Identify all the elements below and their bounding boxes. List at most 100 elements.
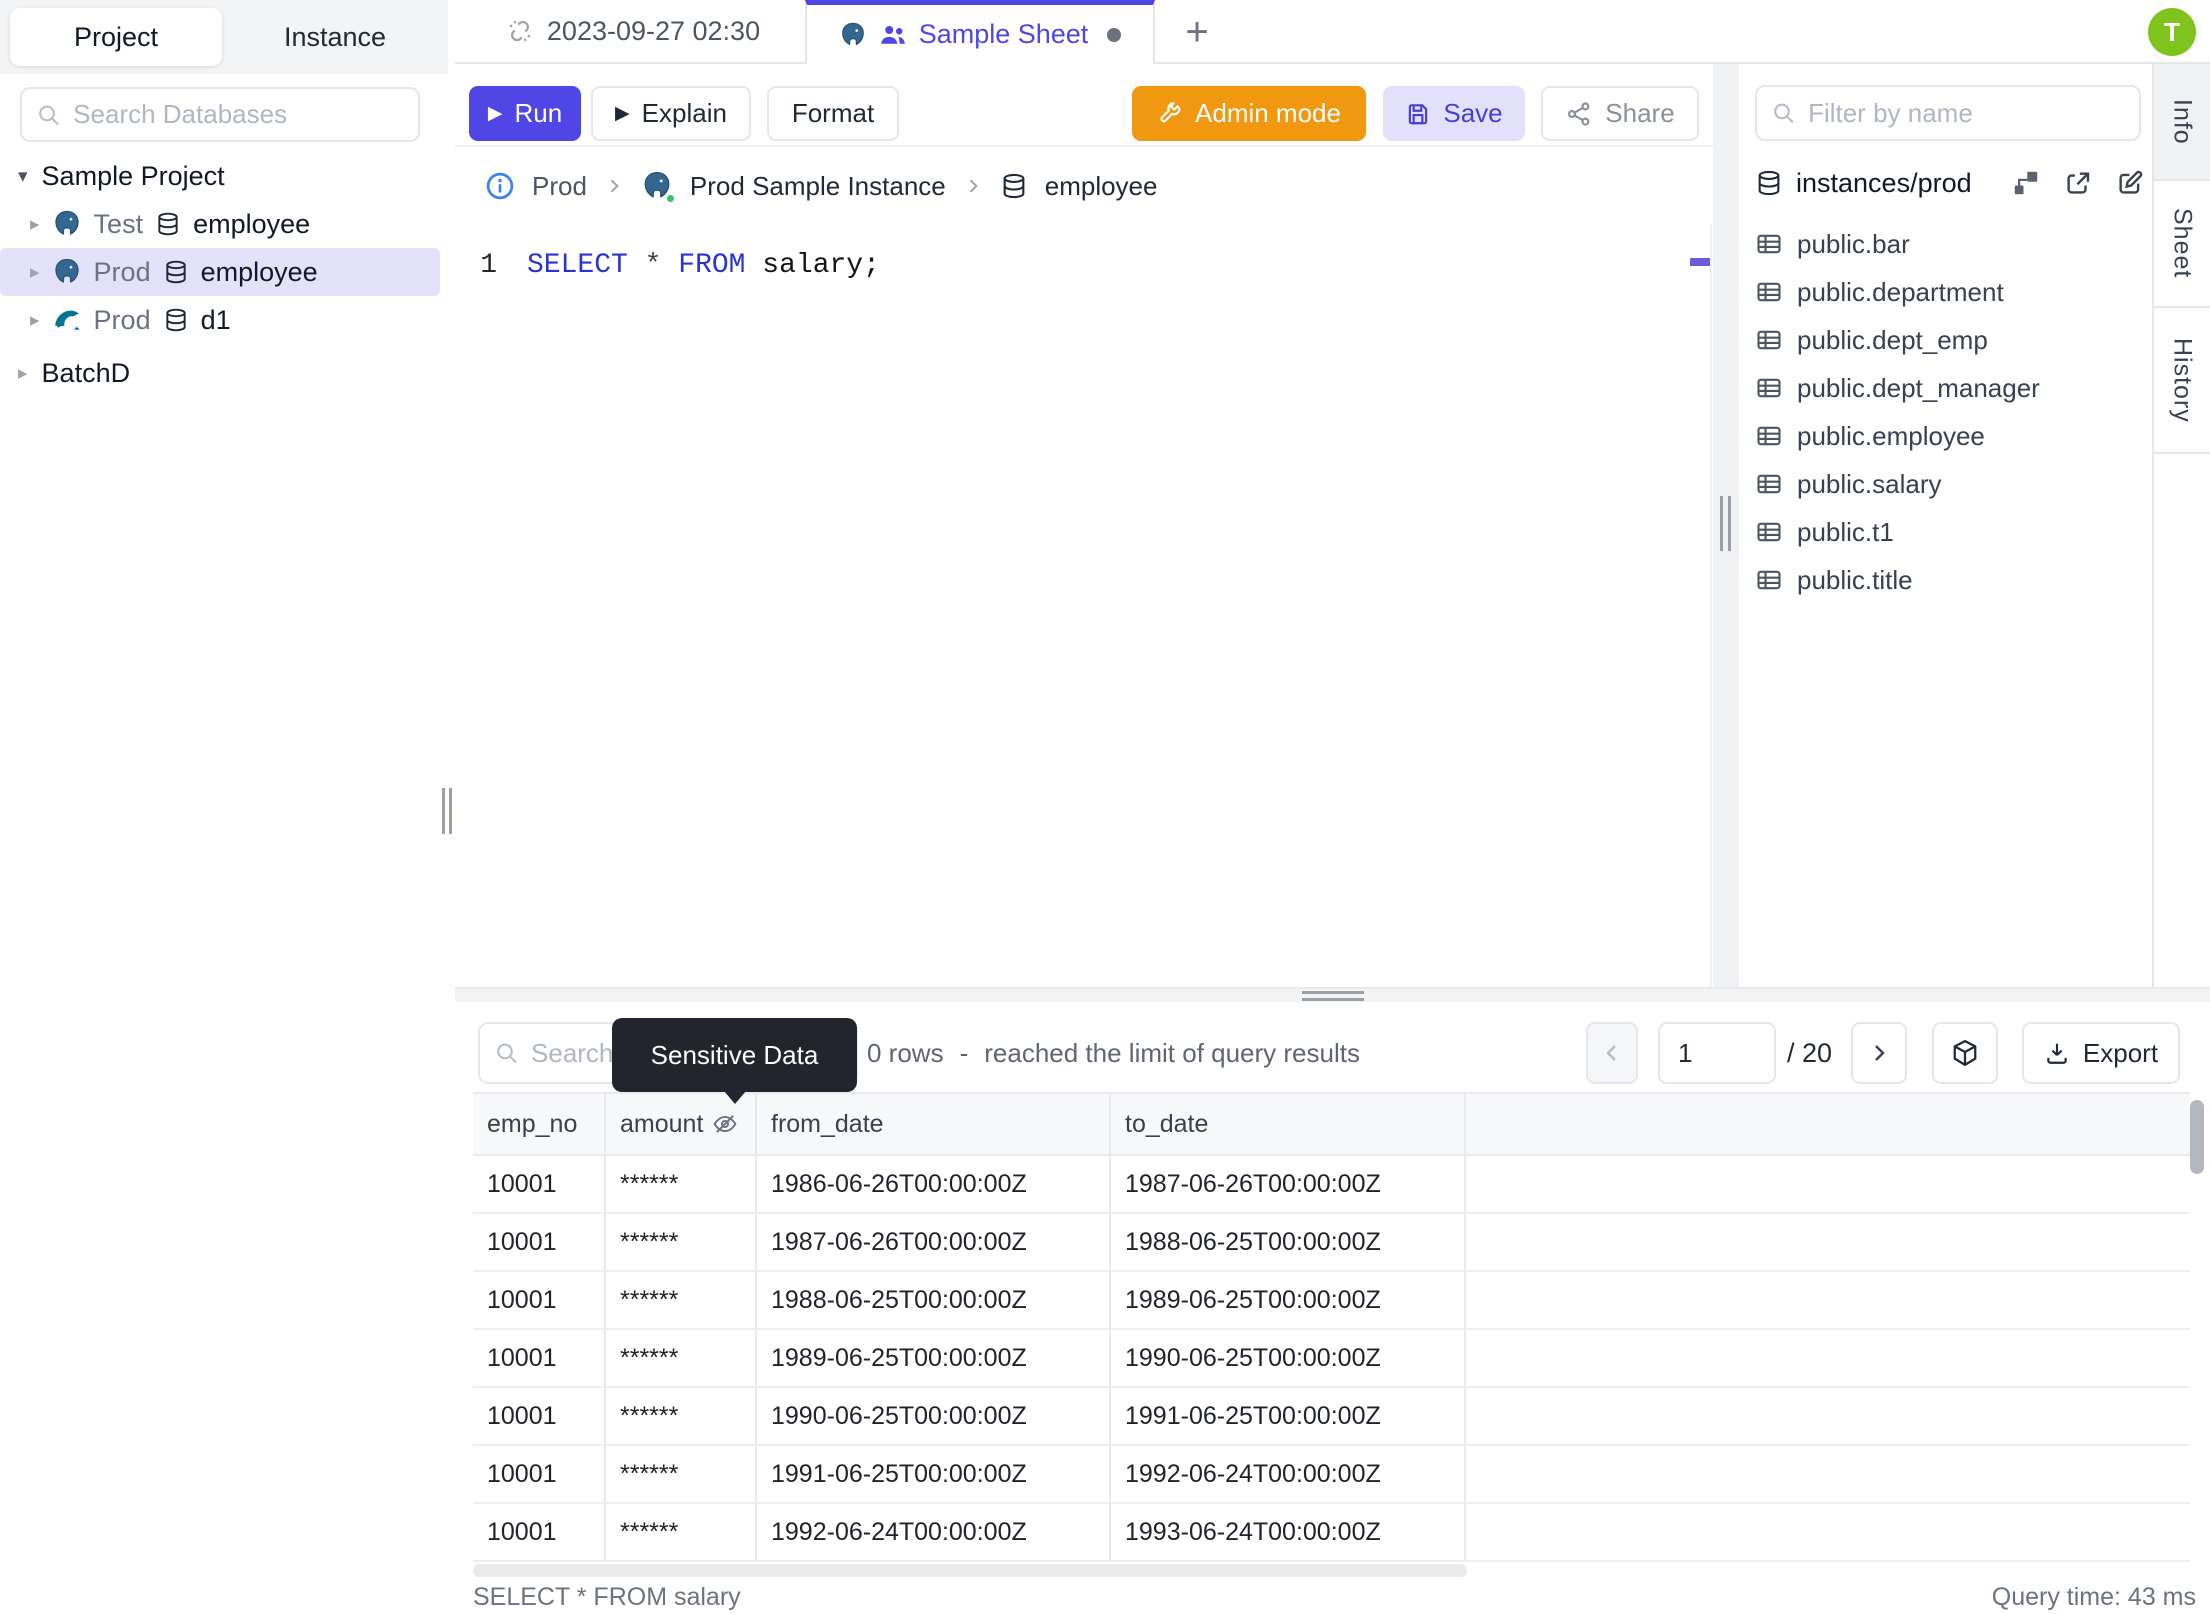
- filter-input[interactable]: [1808, 97, 2125, 129]
- breadcrumb-environment[interactable]: Prod: [532, 171, 587, 202]
- table-cell-filler: [1466, 1446, 2190, 1502]
- line-number: 1: [480, 249, 497, 281]
- sql-editor-line[interactable]: 1 SELECT * FROM salary;: [455, 242, 880, 288]
- table-row[interactable]: 10001 ****** 1988-06-25T00:00:00Z 1989-06-2…: [473, 1272, 2190, 1330]
- postgres-icon: [54, 210, 79, 235]
- avatar[interactable]: T: [2148, 8, 2196, 56]
- query-time: Query time: 43 ms: [1991, 1582, 2196, 1611]
- shared-users-icon: [880, 25, 905, 44]
- table-row[interactable]: 10001 ****** 1992-06-24T00:00:00Z 1993-06-2…: [473, 1504, 2190, 1562]
- schema-table-item[interactable]: public.t1: [1755, 508, 2145, 556]
- schema-table-item[interactable]: public.employee: [1755, 412, 2145, 460]
- database-icon: [165, 308, 186, 332]
- tree-item-batchd[interactable]: ▸ BatchD: [0, 348, 448, 398]
- side-tab-sheet[interactable]: Sheet: [2154, 181, 2210, 308]
- add-sheet-button[interactable]: +: [1171, 6, 1223, 58]
- caret-right-icon[interactable]: ▸: [30, 213, 40, 236]
- eye-off-icon[interactable]: [712, 1111, 738, 1137]
- chevron-right-icon: [969, 179, 978, 193]
- info-icon[interactable]: [485, 171, 515, 201]
- caret-right-icon[interactable]: ▸: [30, 309, 40, 332]
- sidebar-resize-handle[interactable]: [442, 788, 454, 834]
- table-cell: 1990-06-25T00:00:00Z: [757, 1388, 1111, 1444]
- panel-resize-handle[interactable]: [1720, 496, 1731, 551]
- schema-diagram-icon[interactable]: [2011, 168, 2041, 198]
- table-name: public.department: [1797, 276, 2004, 307]
- table-cell: 1987-06-26T00:00:00Z: [1111, 1156, 1466, 1212]
- schema-table-item[interactable]: public.title: [1755, 556, 2145, 604]
- caret-right-icon[interactable]: ▸: [30, 261, 40, 284]
- table-icon: [1757, 378, 1781, 398]
- schema-table-item[interactable]: public.department: [1755, 268, 2145, 316]
- run-button[interactable]: ▶ Run: [469, 86, 581, 141]
- share-button[interactable]: Share: [1541, 86, 1699, 141]
- table-cell-filler: [1466, 1504, 2190, 1560]
- side-tab-info[interactable]: Info: [2154, 64, 2210, 181]
- connection-source-label: instances/prod: [1796, 167, 1972, 198]
- table-cell: 10001: [473, 1446, 606, 1502]
- table-cell: 10001: [473, 1388, 606, 1444]
- vertical-scrollbar[interactable]: [2190, 1100, 2204, 1174]
- horizontal-scrollbar[interactable]: [473, 1564, 1467, 1577]
- table-row[interactable]: 10001 ****** 1991-06-25T00:00:00Z 1992-06-2…: [473, 1446, 2190, 1504]
- play-icon: ▶: [615, 103, 630, 124]
- page-number-input[interactable]: [1658, 1022, 1776, 1084]
- external-link-icon[interactable]: [2063, 168, 2093, 198]
- save-button[interactable]: Save: [1383, 86, 1525, 141]
- column-header-emp_no[interactable]: emp_no: [473, 1094, 606, 1154]
- table-cell: ******: [606, 1446, 757, 1502]
- results-resize-divider: [455, 987, 2210, 1002]
- sensitive-data-tooltip: Sensitive Data: [612, 1018, 857, 1104]
- side-tab-history[interactable]: History: [2154, 308, 2210, 454]
- table-row[interactable]: 10001 ****** 1990-06-25T00:00:00Z 1991-06-2…: [473, 1388, 2190, 1446]
- tree-item-database[interactable]: ▸ Prod employee: [0, 248, 440, 296]
- tree-item-database[interactable]: ▸ Test employee: [0, 200, 440, 248]
- breadcrumb: Prod Prod Sample Instance employee: [455, 147, 1713, 225]
- overview-ruler-mark: [1690, 258, 1710, 266]
- table-cell: 10001: [473, 1214, 606, 1270]
- filter-box[interactable]: [1755, 85, 2141, 141]
- tree-item-project[interactable]: ▾ Sample Project: [0, 152, 448, 200]
- visualize-button[interactable]: [1932, 1022, 1998, 1084]
- column-header-to_date[interactable]: to_date: [1111, 1094, 1466, 1154]
- schema-table-item[interactable]: public.dept_manager: [1755, 364, 2145, 412]
- search-icon: [497, 1043, 517, 1064]
- table-cell: ******: [606, 1156, 757, 1212]
- table-cell: ******: [606, 1388, 757, 1444]
- caret-right-icon[interactable]: ▸: [18, 362, 28, 385]
- database-search-box[interactable]: [20, 87, 420, 142]
- tab-instance[interactable]: Instance: [232, 8, 438, 66]
- save-icon: [1409, 103, 1428, 124]
- tree-item-database[interactable]: ▸ Prod d1: [0, 296, 440, 344]
- breadcrumb-instance[interactable]: Prod Sample Instance: [690, 171, 946, 202]
- schema-table-item[interactable]: public.salary: [1755, 460, 2145, 508]
- connection-source-row: instances/prod: [1755, 159, 2145, 207]
- admin-mode-button[interactable]: Admin mode: [1132, 86, 1366, 141]
- search-input[interactable]: [73, 99, 404, 130]
- explain-button[interactable]: ▶ Explain: [591, 86, 751, 141]
- table-cell: 10001: [473, 1330, 606, 1386]
- sql-editor-app: Project Instance ▾ Sample Project ▸ Test e…: [0, 0, 2210, 1614]
- tab-sheet-unsaved[interactable]: 2023-09-27 02:30: [465, 0, 801, 62]
- export-button[interactable]: Export: [2022, 1022, 2180, 1084]
- table-row[interactable]: 10001 ****** 1986-06-26T00:00:00Z 1987-06-2…: [473, 1156, 2190, 1214]
- schema-table-item[interactable]: public.bar: [1755, 220, 2145, 268]
- table-row[interactable]: 10001 ****** 1987-06-26T00:00:00Z 1988-06-2…: [473, 1214, 2190, 1272]
- column-header-from_date[interactable]: from_date: [757, 1094, 1111, 1154]
- edit-icon[interactable]: [2115, 168, 2145, 198]
- tab-project[interactable]: Project: [10, 8, 222, 66]
- table-cell: 1992-06-24T00:00:00Z: [757, 1504, 1111, 1560]
- unlink-icon: [509, 20, 531, 42]
- caret-down-icon[interactable]: ▾: [18, 165, 28, 188]
- breadcrumb-database[interactable]: employee: [1045, 171, 1158, 202]
- table-row[interactable]: 10001 ****** 1989-06-25T00:00:00Z 1990-06-2…: [473, 1330, 2190, 1388]
- project-label: Sample Project: [41, 160, 225, 191]
- format-button[interactable]: Format: [767, 86, 899, 141]
- environment-label: Prod: [93, 304, 151, 335]
- column-header-filler: [1466, 1094, 2190, 1154]
- prev-page-button[interactable]: [1586, 1022, 1638, 1084]
- schema-table-item[interactable]: public.dept_emp: [1755, 316, 2145, 364]
- tab-sample-sheet[interactable]: Sample Sheet: [805, 0, 1155, 64]
- next-page-button[interactable]: [1851, 1022, 1907, 1084]
- connection-status-dot: [663, 192, 677, 205]
